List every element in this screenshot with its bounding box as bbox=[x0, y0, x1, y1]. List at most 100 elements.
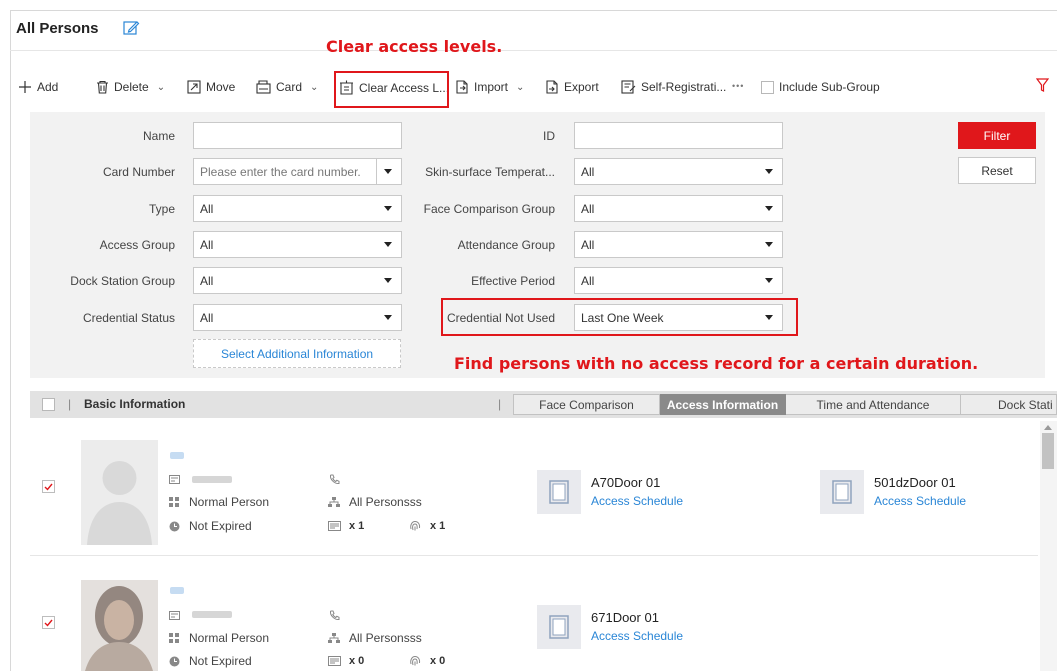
chevron-down-icon bbox=[765, 278, 773, 283]
person-name-redacted[interactable] bbox=[170, 452, 184, 459]
person-type: Normal Person bbox=[189, 495, 270, 509]
card-number-placeholder: Please enter the card number. bbox=[200, 164, 361, 179]
access-schedule-link[interactable]: Access Schedule bbox=[874, 494, 966, 508]
edit-icon[interactable] bbox=[122, 19, 140, 37]
access-group-value: All bbox=[200, 237, 214, 252]
validity-info: Not Expired bbox=[167, 654, 252, 668]
person-group-info: All Personsss bbox=[327, 631, 422, 645]
fingerprint-count-info: x 0 bbox=[408, 654, 445, 668]
move-button[interactable]: Move bbox=[187, 80, 235, 94]
phone-info bbox=[327, 472, 341, 486]
skin-temp-select[interactable]: All bbox=[574, 158, 783, 185]
access-group-select[interactable]: All bbox=[193, 231, 402, 258]
door-item: 671Door 01 Access Schedule bbox=[537, 605, 683, 649]
fingerprint-count-info: x 1 bbox=[408, 519, 445, 533]
annotation-clear-access: Clear access levels. bbox=[326, 37, 503, 56]
phone-info bbox=[327, 608, 341, 622]
reset-button[interactable]: Reset bbox=[958, 157, 1036, 184]
card-label: Card bbox=[276, 80, 303, 94]
face-comparison-group-select[interactable]: All bbox=[574, 195, 783, 222]
phone-icon bbox=[327, 472, 341, 486]
import-icon bbox=[456, 80, 468, 94]
door-name: 501dzDoor 01 bbox=[874, 475, 956, 490]
card-button[interactable]: Card ⌄ bbox=[256, 80, 318, 94]
id-card-icon bbox=[167, 608, 181, 622]
delete-button[interactable]: Delete ⌄ bbox=[96, 80, 165, 94]
checkmark-icon bbox=[44, 483, 53, 491]
attendance-group-label: Attendance Group bbox=[457, 238, 555, 252]
scroll-up-arrow-icon[interactable] bbox=[1044, 425, 1052, 430]
import-label: Import bbox=[474, 80, 509, 94]
tab-time-and-attendance[interactable]: Time and Attendance bbox=[786, 394, 961, 415]
person-type-info: Normal Person bbox=[167, 631, 269, 645]
filter-button[interactable]: Filter bbox=[958, 122, 1036, 149]
type-label: Type bbox=[148, 202, 175, 216]
header-divider bbox=[10, 50, 1057, 51]
dock-station-group-select[interactable]: All bbox=[193, 267, 402, 294]
info-tabs: Face Comparison Access Information Time … bbox=[513, 394, 1057, 415]
row-checkbox[interactable] bbox=[42, 616, 55, 629]
person-name-redacted[interactable] bbox=[170, 587, 184, 594]
credential-status-value: All bbox=[200, 310, 214, 325]
card-number-field[interactable]: Please enter the card number. bbox=[193, 158, 402, 185]
filter-funnel-icon[interactable] bbox=[1036, 78, 1049, 93]
self-registration-button[interactable]: Self-Registrati... bbox=[621, 80, 726, 94]
credential-status-select[interactable]: All bbox=[193, 304, 402, 331]
card-icon bbox=[256, 80, 271, 94]
access-schedule-link[interactable]: Access Schedule bbox=[591, 629, 683, 643]
move-label: Move bbox=[206, 80, 236, 94]
dock-station-group-label: Dock Station Group bbox=[70, 274, 175, 288]
scrollbar-thumb[interactable] bbox=[1042, 433, 1054, 469]
name-input[interactable] bbox=[193, 122, 402, 149]
person-type-info: Normal Person bbox=[167, 495, 269, 509]
tab-access-information[interactable]: Access Information bbox=[660, 394, 786, 415]
card-number-divider bbox=[376, 159, 377, 184]
person-group: All Personsss bbox=[349, 631, 422, 645]
card-number-label: Card Number bbox=[102, 165, 175, 179]
import-button[interactable]: Import ⌄ bbox=[455, 80, 524, 94]
attendance-group-value: All bbox=[581, 237, 595, 252]
checkmark-icon bbox=[44, 619, 53, 627]
door-icon bbox=[537, 470, 581, 514]
chevron-down-icon[interactable] bbox=[384, 169, 392, 174]
tab-face-comparison[interactable]: Face Comparison bbox=[513, 394, 660, 415]
plus-icon bbox=[19, 81, 31, 93]
card-icon bbox=[327, 519, 341, 533]
move-icon bbox=[187, 80, 201, 94]
export-button[interactable]: Export bbox=[545, 80, 599, 94]
attendance-group-select[interactable]: All bbox=[574, 231, 783, 258]
include-sub-group-box[interactable] bbox=[761, 80, 774, 94]
table-row[interactable]: Normal Person All Personsss Not Expired … bbox=[30, 432, 1038, 556]
table-row[interactable]: Normal Person All Personsss Not Expired … bbox=[30, 568, 1038, 671]
effective-period-select[interactable]: All bbox=[574, 267, 783, 294]
type-select[interactable]: All bbox=[193, 195, 402, 222]
self-registration-icon bbox=[621, 80, 636, 94]
export-icon bbox=[546, 80, 558, 94]
chevron-down-icon bbox=[765, 169, 773, 174]
tab-dock-station[interactable]: Dock Stati bbox=[961, 394, 1057, 415]
more-button[interactable]: ••• bbox=[732, 81, 744, 91]
select-all-checkbox[interactable] bbox=[42, 398, 55, 411]
self-registration-label: Self-Registrati... bbox=[641, 80, 727, 94]
validity-info: Not Expired bbox=[167, 519, 252, 533]
door-icon bbox=[537, 605, 581, 649]
door-icon bbox=[820, 470, 864, 514]
door-item: A70Door 01 Access Schedule bbox=[537, 470, 683, 514]
add-button[interactable]: Add bbox=[18, 80, 58, 94]
person-id-redacted bbox=[192, 476, 232, 483]
avatar bbox=[81, 440, 158, 545]
page-title: All Persons bbox=[16, 20, 99, 37]
trash-icon bbox=[97, 80, 108, 94]
credential-status-label: Credential Status bbox=[82, 311, 175, 325]
door-name: A70Door 01 bbox=[591, 475, 661, 490]
door-item: 501dzDoor 01 Access Schedule bbox=[820, 470, 966, 514]
id-label: ID bbox=[543, 129, 555, 143]
chevron-down-icon: ⌄ bbox=[516, 81, 525, 93]
id-input[interactable] bbox=[574, 122, 783, 149]
include-sub-group-checkbox[interactable]: Include Sub-Group bbox=[761, 80, 880, 94]
effective-period-value: All bbox=[581, 273, 595, 288]
access-schedule-link[interactable]: Access Schedule bbox=[591, 494, 683, 508]
chevron-down-icon bbox=[765, 206, 773, 211]
row-checkbox[interactable] bbox=[42, 480, 55, 493]
select-additional-info-button[interactable]: Select Additional Information bbox=[193, 339, 401, 368]
